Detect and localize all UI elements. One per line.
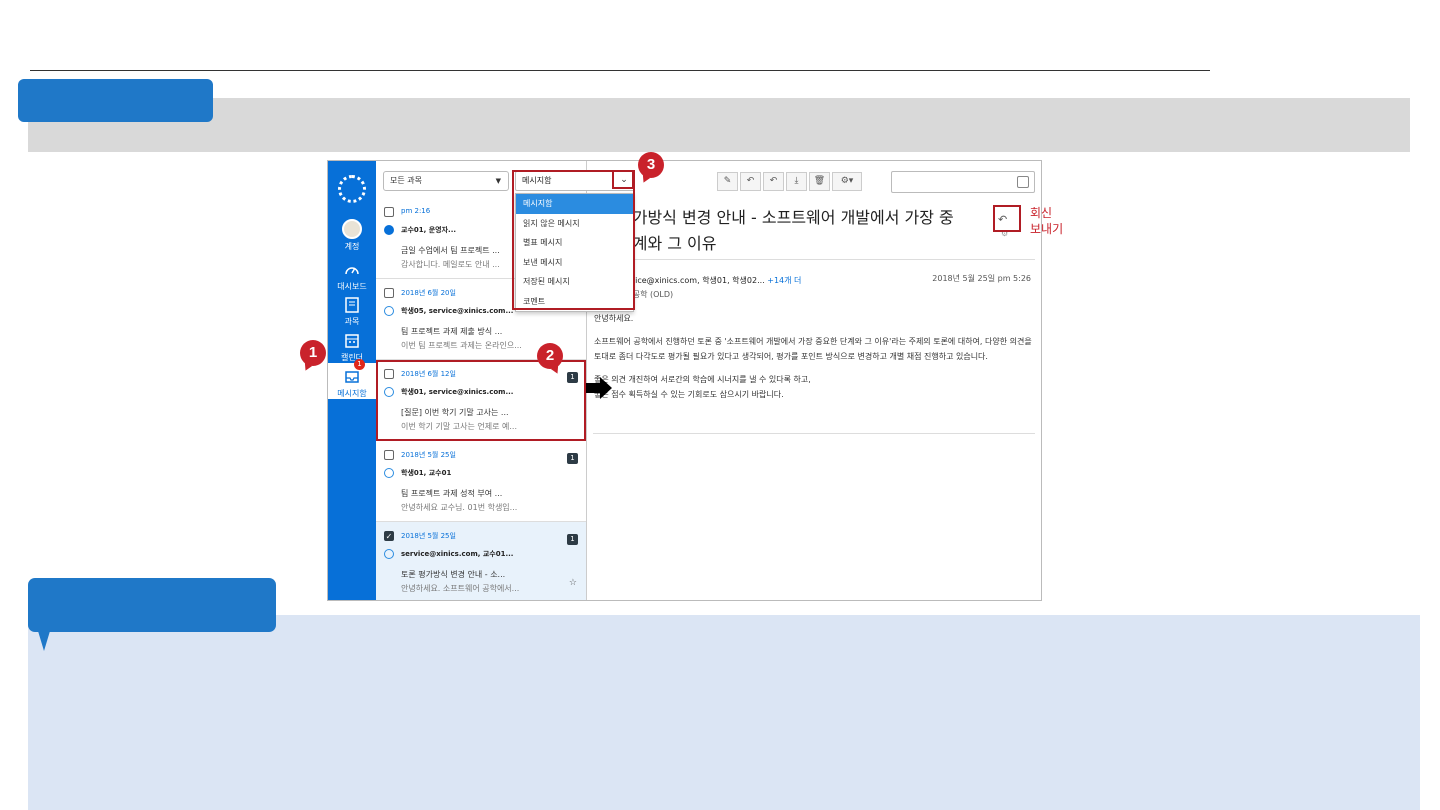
select-checkbox[interactable]: ✓ xyxy=(384,531,394,541)
nav-dashboard[interactable]: 대시보드 xyxy=(328,261,376,292)
section-title-tab xyxy=(18,79,213,122)
message-sender: service@xinics.com, 교수01... xyxy=(401,550,514,558)
avatar xyxy=(342,219,362,239)
calendar-icon xyxy=(345,334,359,348)
reply-all-icon[interactable]: ↶ xyxy=(763,172,784,191)
header-band xyxy=(28,98,1410,152)
read-status-icon[interactable] xyxy=(384,306,394,316)
highlight-mailbox-menu xyxy=(512,170,635,310)
list-item[interactable]: ✓ 2018년 5월 25일 service@xinics.com, 교수01...… xyxy=(376,522,586,600)
nav-account[interactable]: 계정 xyxy=(328,219,376,252)
reply-annotation-label: 회신 xyxy=(1030,206,1053,220)
dashboard-icon xyxy=(345,267,359,275)
body-divider xyxy=(593,433,1035,434)
message-date: 2018년 5월 25일 pm 5:26 xyxy=(932,274,1031,283)
courses-icon xyxy=(345,297,359,313)
message-date: 2018년 5월 25일 xyxy=(401,532,456,540)
message-count-badge: 1 xyxy=(567,453,578,464)
address-book-icon[interactable] xyxy=(1017,176,1029,188)
canvas-logo-icon[interactable] xyxy=(338,175,366,203)
read-status-icon[interactable] xyxy=(384,225,394,235)
message-subject: 금일 수업에서 팀 프로젝트 ... xyxy=(401,246,500,255)
select-checkbox[interactable] xyxy=(384,450,394,460)
search-input[interactable] xyxy=(891,171,1035,193)
highlight-mailbox-caret xyxy=(612,170,634,189)
message-from: service@xinics.com, 학생01, 학생02... +14개 더 xyxy=(618,276,802,285)
reply-icon[interactable]: ↶ xyxy=(740,172,761,191)
message-body: 안녕하세요. 소프트웨어 공학에서 진행하던 토론 중 '소프트웨어 개발에서 … xyxy=(594,314,1032,399)
message-subject: 팀 프로젝트 과제 성적 부여 ... xyxy=(401,489,503,498)
message-date: 2018년 5월 25일 xyxy=(401,451,456,459)
speech-tail xyxy=(38,631,50,651)
message-preview: 안녕하세요. 소프트웨어 공학에서... xyxy=(401,584,520,593)
list-item[interactable]: 2018년 5월 25일학생01, 교수01 팀 프로젝트 과제 성적 부여 ..… xyxy=(376,441,586,522)
send-annotation-label: 보내기 xyxy=(1030,222,1064,236)
arrow-right-icon xyxy=(586,377,612,399)
settings-menu-icon[interactable]: ⚙▾ xyxy=(832,172,862,191)
message-preview: 감사합니다. 메일로도 안내 ... xyxy=(401,260,500,269)
description-panel xyxy=(28,615,1420,810)
global-nav: 계정 대시보드 과목 캘린더 1 메시지함 xyxy=(328,161,376,600)
page: 계정 대시보드 과목 캘린더 1 메시지함 모든 과목 ▼ pm 2:16 교수… xyxy=(0,0,1440,810)
archive-icon[interactable]: ⤓ xyxy=(786,172,807,191)
select-checkbox[interactable] xyxy=(384,207,394,217)
caret-down-icon: ▼ xyxy=(495,177,501,185)
message-count-badge: 1 xyxy=(567,534,578,545)
callout-1: 1 xyxy=(300,340,326,366)
inbox-unread-badge: 1 xyxy=(354,359,365,370)
read-status-icon[interactable] xyxy=(384,549,394,559)
message-subject: 토론 평가방식 변경 안내 - 소... xyxy=(401,570,506,579)
reading-pane: ✎ ↶ ↶ ⤓ 🗑 ⚙▾ 평가방식 변경 안내 - 소프트웨어 개발에서 가장 … xyxy=(588,161,1041,600)
message-date: 2018년 6월 20일 xyxy=(401,289,456,297)
trash-icon[interactable]: 🗑 xyxy=(809,172,830,191)
message-title: 평가방식 변경 안내 - 소프트웨어 개발에서 가장 중 단계와 그 이유 xyxy=(618,208,954,253)
compose-icon[interactable]: ✎ xyxy=(717,172,738,191)
title-divider xyxy=(593,259,1035,260)
message-date: pm 2:16 xyxy=(401,207,431,215)
callout-2: 2 xyxy=(537,343,563,369)
nav-inbox[interactable]: 1 메시지함 xyxy=(328,359,376,399)
highlight-reply-button xyxy=(993,205,1021,232)
message-preview: 이번 팀 프로젝트 과제는 온라인으... xyxy=(401,341,522,350)
message-preview: 안녕하세요 교수님. 01번 학생입... xyxy=(401,503,518,512)
nav-courses[interactable]: 과목 xyxy=(328,296,376,327)
message-sender: 교수01, 운영자... xyxy=(401,226,457,234)
message-subject: 팀 프로젝트 과제 제출 방식 ... xyxy=(401,327,503,336)
inbox-icon xyxy=(345,371,359,383)
more-recipients-link[interactable]: +14개 더 xyxy=(767,276,801,285)
description-title-tab xyxy=(28,578,276,632)
nav-calendar[interactable]: 캘린더 xyxy=(328,332,376,363)
callout-3: 3 xyxy=(638,152,664,178)
top-divider xyxy=(30,70,1210,71)
message-sender: 학생01, 교수01 xyxy=(401,469,452,477)
course-filter-select[interactable]: 모든 과목 ▼ xyxy=(383,171,509,191)
star-icon[interactable]: ☆ xyxy=(569,578,577,588)
message-sender: 학생05, service@xinics.com... xyxy=(401,307,514,315)
read-status-icon[interactable] xyxy=(384,468,394,478)
select-checkbox[interactable] xyxy=(384,288,394,298)
